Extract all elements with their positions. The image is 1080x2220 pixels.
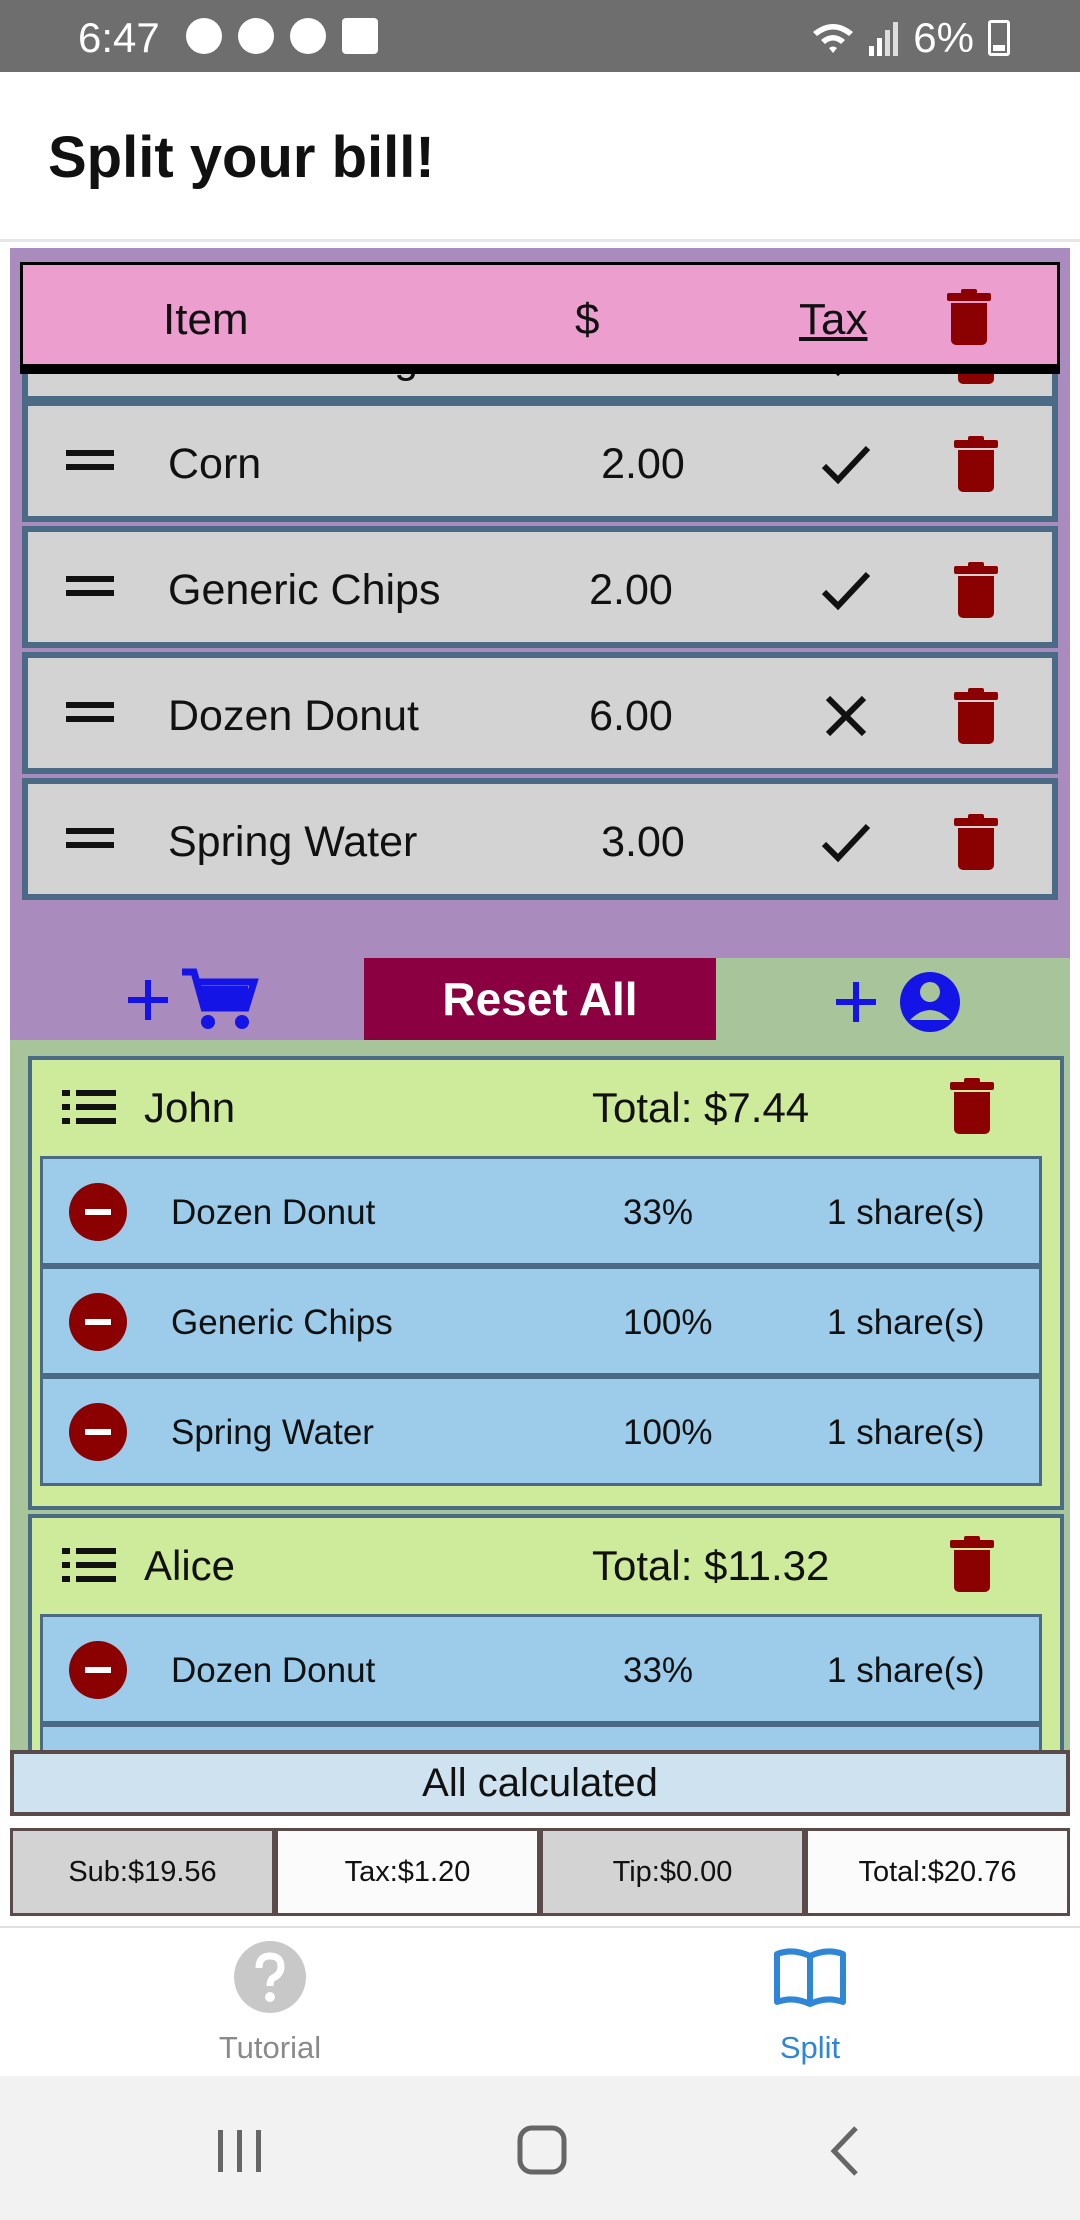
- status-time: 6:47: [78, 14, 160, 61]
- drag-handle-icon[interactable]: [66, 576, 114, 598]
- app-bar: Split your bill!: [0, 72, 1080, 242]
- battery-percent: 6%: [913, 14, 974, 61]
- reset-all-button[interactable]: Reset All: [364, 958, 716, 1040]
- wifi-icon: [813, 24, 854, 53]
- share-item-name: Dozen Donut: [171, 1193, 376, 1232]
- person-total: Total: $11.32: [592, 1542, 830, 1589]
- tax-check-icon[interactable]: [818, 436, 874, 492]
- delete-all-items-icon[interactable]: [947, 289, 991, 345]
- status-bar: 6:47 6%: [0, 0, 1080, 72]
- person-name[interactable]: John: [144, 1084, 235, 1132]
- system-nav-bar: [0, 2076, 1080, 2220]
- list-icon[interactable]: [62, 1548, 116, 1582]
- tax-check-icon[interactable]: [818, 814, 874, 870]
- share-item-name: Spring Water: [171, 1413, 374, 1452]
- wechat-icon: [238, 18, 274, 54]
- item-price[interactable]: 6.00: [576, 692, 686, 741]
- battery-icon: [988, 20, 1010, 56]
- share-percent: 100%: [623, 1303, 713, 1342]
- book-icon: [774, 1948, 846, 2007]
- share-row[interactable]: Generic Chips 100% 1 share(s): [40, 1266, 1042, 1376]
- drag-handle-icon[interactable]: [66, 450, 114, 472]
- grand-total: Total:$20.76: [805, 1828, 1070, 1916]
- tax-check-icon[interactable]: [818, 562, 874, 618]
- delete-item-icon[interactable]: [954, 436, 998, 492]
- item-name[interactable]: Corn: [168, 440, 261, 489]
- tax-cross-icon[interactable]: [818, 688, 874, 744]
- tab-split[interactable]: Split: [540, 1928, 1080, 2078]
- tab-label: Tutorial: [218, 2030, 322, 2065]
- remove-share-icon[interactable]: [69, 1183, 127, 1241]
- back-icon[interactable]: [806, 2116, 886, 2186]
- remove-share-icon[interactable]: [69, 1641, 127, 1699]
- items-list[interactable]: Item $ Tax Chicken Thigh 6.56 Corn 2.00 …: [10, 248, 1070, 958]
- app-icon: [290, 18, 326, 54]
- person-header: John Total: $7.44: [32, 1060, 1060, 1156]
- people-list[interactable]: John Total: $7.44 Dozen Donut 33% 1 shar…: [10, 1040, 1070, 1750]
- home-icon[interactable]: [502, 2116, 582, 2186]
- share-row[interactable]: Spring Water 100% 1 share(s): [40, 1376, 1042, 1486]
- delete-item-icon[interactable]: [954, 688, 998, 744]
- totals-bar: Sub:$19.56 Tax:$1.20 Tip:$0.00 Total:$20…: [10, 1828, 1070, 1916]
- delete-item-icon[interactable]: [954, 562, 998, 618]
- share-percent: 33%: [623, 1193, 694, 1232]
- item-price[interactable]: 2.00: [576, 566, 686, 615]
- page-title: Split your bill!: [48, 125, 435, 190]
- share-item-name: Dozen Donut: [171, 1651, 376, 1690]
- delete-person-icon[interactable]: [950, 1536, 994, 1592]
- share-count[interactable]: 1 share(s): [827, 1651, 985, 1691]
- items-header: Item $ Tax: [20, 262, 1060, 374]
- item-row[interactable]: Corn 2.00: [22, 400, 1058, 522]
- share-count[interactable]: 1 share(s): [827, 1303, 985, 1343]
- item-name[interactable]: Spring Water: [168, 818, 417, 867]
- messenger-icon: [186, 18, 222, 54]
- person-card: John Total: $7.44 Dozen Donut 33% 1 shar…: [28, 1056, 1064, 1510]
- person-name[interactable]: Alice: [144, 1542, 235, 1590]
- remove-share-icon[interactable]: [69, 1403, 127, 1461]
- subtotal: Sub:$19.56: [10, 1828, 275, 1916]
- share-count[interactable]: 1 share(s): [827, 1413, 985, 1453]
- add-cart-icon[interactable]: [120, 964, 260, 1034]
- tab-tutorial[interactable]: Tutorial: [0, 1928, 540, 2078]
- item-price[interactable]: 2.00: [588, 440, 698, 489]
- header-tax-toggle[interactable]: Tax: [799, 295, 867, 345]
- list-icon[interactable]: [62, 1090, 116, 1124]
- share-row[interactable]: Dozen Donut 33% 1 share(s): [40, 1614, 1042, 1724]
- notification-icons: [186, 18, 378, 54]
- share-row[interactable]: [40, 1724, 1042, 1750]
- share-item-name: Generic Chips: [171, 1303, 393, 1342]
- item-price[interactable]: 3.00: [588, 818, 698, 867]
- signal-icon: [869, 22, 899, 56]
- tax-total[interactable]: Tax:$1.20: [275, 1828, 540, 1916]
- drag-handle-icon[interactable]: [66, 702, 114, 724]
- item-row[interactable]: Generic Chips 2.00: [22, 526, 1058, 648]
- recent-apps-icon[interactable]: [200, 2116, 280, 2186]
- drag-handle-icon[interactable]: [66, 828, 114, 850]
- tab-label: Split: [779, 2030, 841, 2065]
- item-row[interactable]: Spring Water 3.00: [22, 778, 1058, 900]
- header-price-label: $: [575, 295, 600, 344]
- tip-total[interactable]: Tip:$0.00: [540, 1828, 805, 1916]
- share-percent: 33%: [623, 1651, 694, 1690]
- remove-share-icon[interactable]: [69, 1293, 127, 1351]
- image-icon: [342, 18, 378, 54]
- share-row[interactable]: Dozen Donut 33% 1 share(s): [40, 1156, 1042, 1266]
- person-total: Total: $7.44: [592, 1084, 810, 1131]
- person-header: Alice Total: $11.32: [32, 1518, 1060, 1614]
- share-count[interactable]: 1 share(s): [827, 1193, 985, 1233]
- add-person-icon[interactable]: [830, 966, 970, 1036]
- help-icon: [234, 1941, 306, 2013]
- header-item-label: Item: [163, 295, 249, 344]
- item-name[interactable]: Generic Chips: [168, 566, 440, 615]
- delete-person-icon[interactable]: [950, 1078, 994, 1134]
- calculation-status: All calculated: [10, 1750, 1070, 1816]
- delete-item-icon[interactable]: [954, 814, 998, 870]
- bottom-tab-bar: Tutorial Split: [0, 1926, 1080, 2076]
- status-right: 6%: [811, 14, 1010, 62]
- item-name[interactable]: Dozen Donut: [168, 692, 419, 741]
- person-card: Alice Total: $11.32 Dozen Donut 33% 1 sh…: [28, 1514, 1064, 1750]
- share-percent: 100%: [623, 1413, 713, 1452]
- item-row[interactable]: Dozen Donut 6.00: [22, 652, 1058, 774]
